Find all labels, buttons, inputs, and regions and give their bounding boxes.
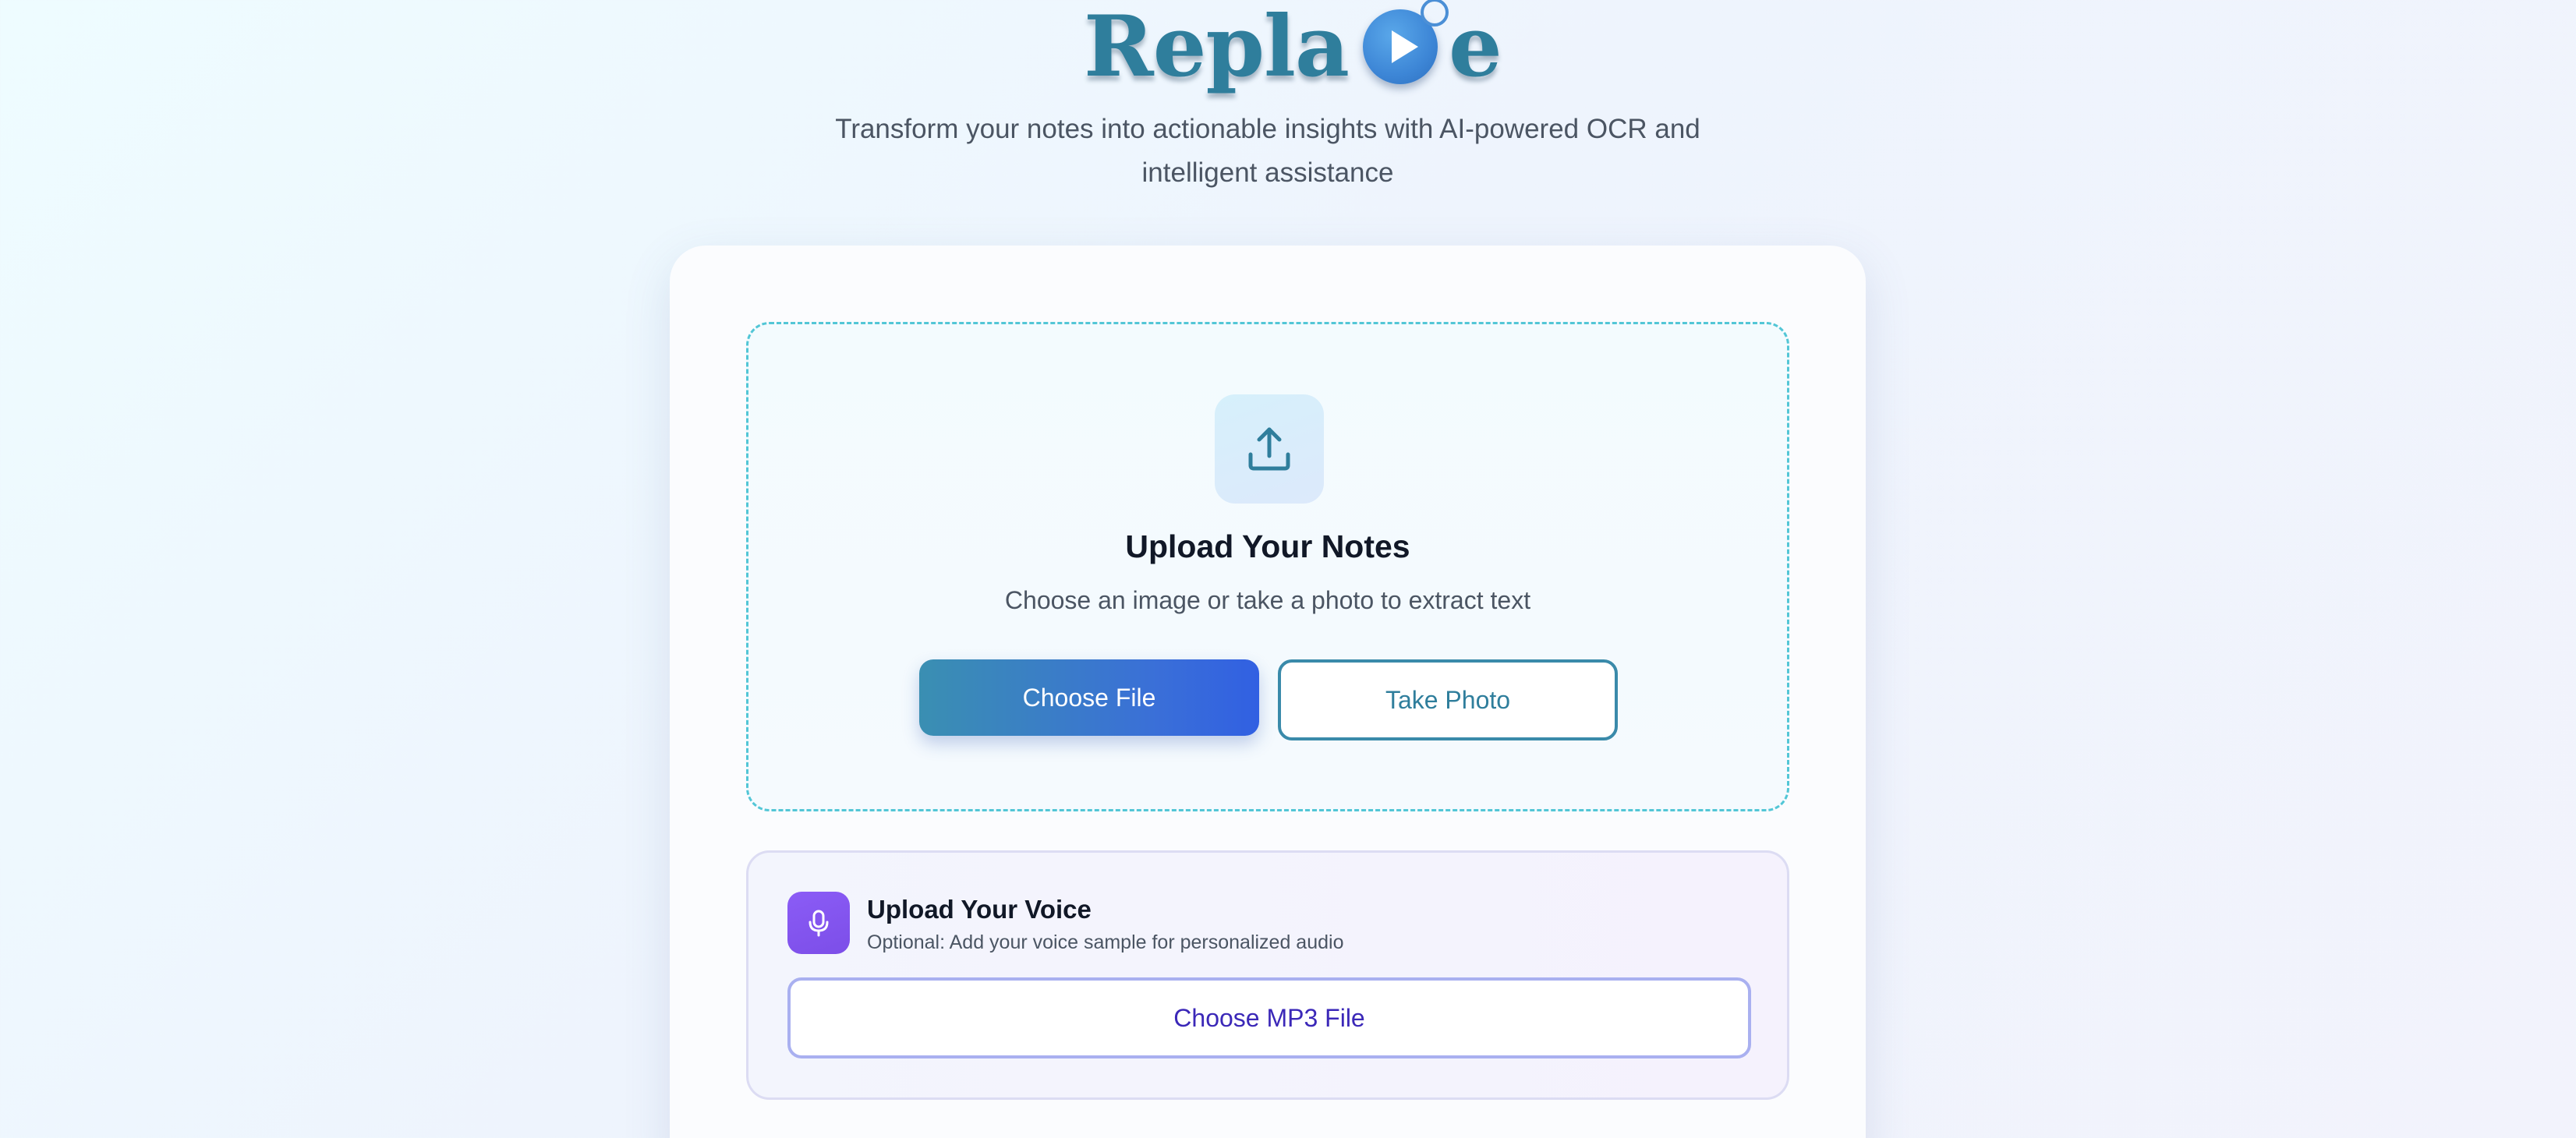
choose-mp3-button[interactable]: Choose MP3 File <box>787 977 1751 1058</box>
upload-voice-subtitle: Optional: Add your voice sample for pers… <box>867 931 1344 953</box>
voice-upload-section: Upload Your Voice Optional: Add your voi… <box>746 850 1789 1100</box>
upload-notes-subtitle: Choose an image or take a photo to extra… <box>1004 586 1531 614</box>
app-logo: Repla e <box>1084 0 1502 94</box>
upload-icon <box>1215 394 1324 504</box>
upload-voice-title: Upload Your Voice <box>867 895 1092 924</box>
upload-notes-title: Upload Your Notes <box>1125 528 1410 564</box>
play-icon <box>1363 0 1449 84</box>
tagline: Transform your notes into actionable ins… <box>835 114 1700 188</box>
orbit-ring-icon <box>1421 0 1449 27</box>
main-card: Upload Your Notes Choose an image or tak… <box>670 246 1866 1138</box>
logo-text-left: Repla <box>1084 0 1350 96</box>
choose-file-button[interactable]: Choose File <box>919 659 1259 736</box>
logo-text-right: e <box>1449 0 1502 96</box>
notes-dropzone[interactable]: Upload Your Notes Choose an image or tak… <box>746 322 1789 811</box>
microphone-icon <box>787 892 850 954</box>
take-photo-button[interactable]: Take Photo <box>1278 659 1618 740</box>
